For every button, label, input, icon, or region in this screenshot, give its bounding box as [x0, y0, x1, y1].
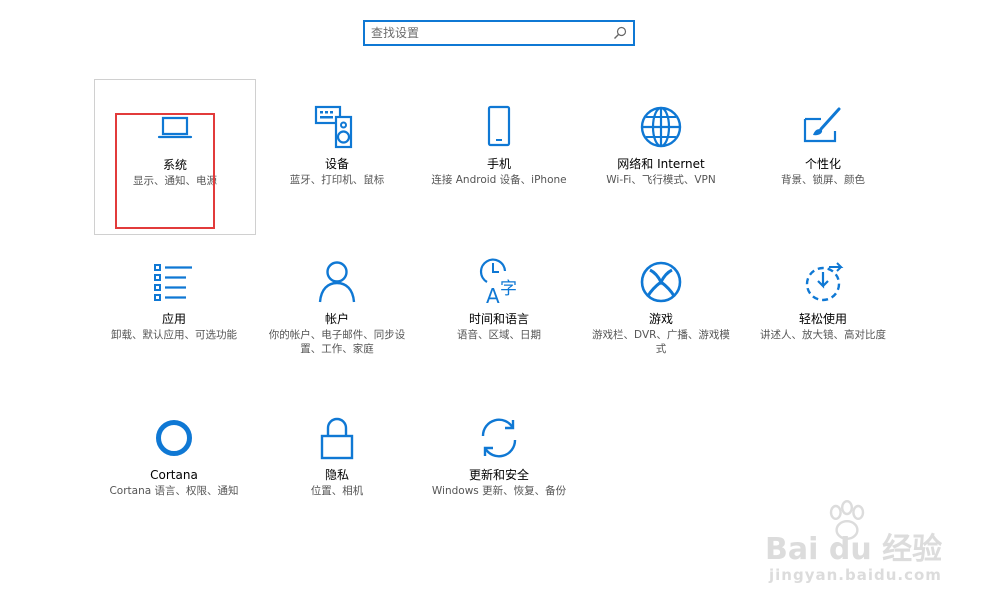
tile-cortana[interactable]: Cortana Cortana 语言、权限、通知	[94, 414, 254, 498]
globe-icon	[640, 106, 682, 148]
keyboard-speaker-icon	[314, 105, 353, 149]
tile-accounts-name: 帐户	[324, 312, 349, 326]
tile-cortana-name: Cortana	[150, 468, 198, 482]
tile-accounts[interactable]: 帐户 你的帐户、电子邮件、同步设置、工作、家庭	[257, 258, 417, 356]
tile-system-desc: 显示、通知、电源	[133, 175, 217, 187]
tile-time-language-desc: 语音、区域、日期	[457, 329, 541, 341]
tile-network[interactable]: 网络和 Internet Wi-Fi、飞行模式、VPN	[581, 103, 741, 187]
tile-ease-of-access-desc: 讲述人、放大镜、高对比度	[760, 329, 886, 341]
tile-update-security[interactable]: 更新和安全 Windows 更新、恢复、备份	[419, 414, 579, 498]
tile-time-language[interactable]: A 字 时间和语言 语音、区域、日期	[419, 258, 579, 342]
time-language-icon: A 字	[479, 258, 517, 306]
tile-ease-of-access-name: 轻松使用	[798, 312, 847, 326]
ease-of-access-icon	[805, 262, 844, 302]
tile-personalization[interactable]: 个性化 背景、锁屏、颜色	[743, 103, 903, 187]
tile-gaming[interactable]: 游戏 游戏栏、DVR、广播、游戏模式	[581, 258, 741, 356]
tile-update-security-desc: Windows 更新、恢复、备份	[431, 485, 567, 497]
search-input[interactable]	[371, 25, 607, 41]
tile-phone-name: 手机	[486, 157, 511, 171]
tile-devices-name: 设备	[324, 157, 349, 171]
refresh-icon	[481, 418, 517, 458]
search-box[interactable]	[363, 20, 635, 46]
tile-network-name: 网络和 Internet	[617, 157, 705, 171]
person-icon	[318, 261, 356, 303]
watermark-brand: Bai du 经验	[765, 532, 943, 567]
tile-time-language-name: 时间和语言	[468, 312, 529, 326]
tile-phone[interactable]: 手机 连接 Android 设备、iPhone	[419, 103, 579, 187]
tile-gaming-desc: 游戏栏、DVR、广播、游戏模式	[592, 329, 730, 355]
tile-devices-desc: 蓝牙、打印机、鼠标	[289, 174, 385, 186]
tile-update-security-name: 更新和安全	[468, 468, 529, 482]
tile-apps-desc: 卸载、默认应用、可选功能	[111, 329, 237, 341]
laptop-icon	[157, 116, 193, 139]
tile-gaming-name: 游戏	[648, 312, 673, 326]
tile-network-desc: Wi-Fi、飞行模式、VPN	[606, 174, 716, 186]
watermark-url: jingyan.baidu.com	[769, 566, 942, 584]
tile-accounts-desc: 你的帐户、电子邮件、同步设置、工作、家庭	[268, 329, 406, 355]
tile-privacy-desc: 位置、相机	[310, 485, 364, 497]
cortana-ring-icon	[156, 420, 192, 456]
svg-text:A: A	[486, 284, 500, 306]
search-icon[interactable]	[613, 26, 627, 40]
tile-apps[interactable]: 应用 卸载、默认应用、可选功能	[94, 258, 254, 342]
svg-text:字: 字	[500, 279, 517, 299]
tile-ease-of-access[interactable]: 轻松使用 讲述人、放大镜、高对比度	[743, 258, 903, 342]
phone-icon	[487, 105, 511, 147]
tile-system-name: 系统	[162, 158, 187, 172]
tile-privacy[interactable]: 隐私 位置、相机	[257, 414, 417, 498]
tile-apps-name: 应用	[161, 312, 186, 326]
xbox-icon	[640, 261, 682, 303]
lock-icon	[320, 417, 354, 460]
paint-brush-icon	[803, 107, 841, 143]
apps-list-icon	[154, 264, 192, 301]
tile-system[interactable]: 系统 显示、通知、电源	[94, 79, 256, 235]
tile-personalization-desc: 背景、锁屏、颜色	[781, 174, 865, 186]
watermark: Bai du 经验 jingyan.baidu.com	[755, 498, 955, 593]
tile-devices[interactable]: 设备 蓝牙、打印机、鼠标	[257, 103, 417, 187]
tile-phone-desc: 连接 Android 设备、iPhone	[431, 174, 567, 186]
tile-privacy-name: 隐私	[324, 468, 349, 482]
tile-cortana-desc: Cortana 语言、权限、通知	[109, 485, 239, 497]
tile-personalization-name: 个性化	[804, 157, 841, 171]
